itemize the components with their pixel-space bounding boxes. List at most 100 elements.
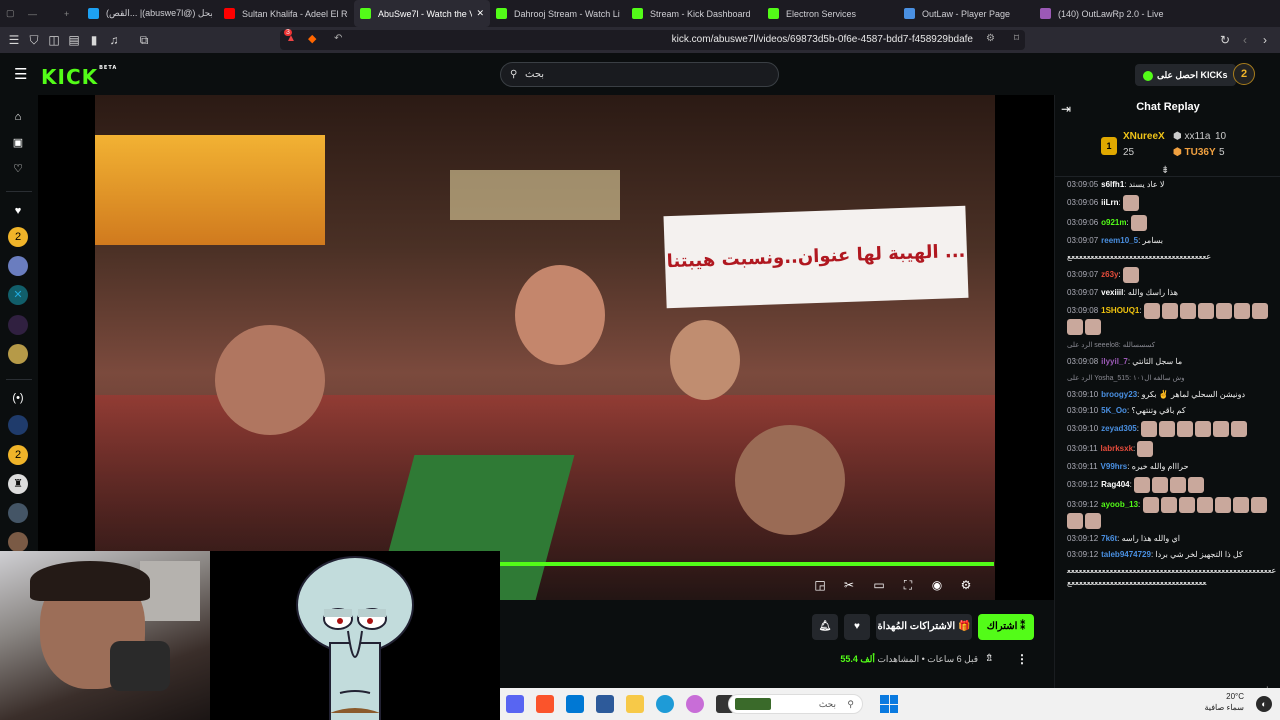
search-input[interactable]: ⚲ بحث	[500, 62, 779, 87]
browser-tab[interactable]: OutLaw - Player Page	[898, 0, 1034, 27]
store-icon[interactable]	[596, 695, 614, 713]
brave-rewards-icon[interactable]: ◆	[308, 32, 316, 45]
channel-avatar[interactable]	[8, 256, 28, 276]
message-username[interactable]: vexiiil	[1101, 288, 1123, 297]
window-controls[interactable]: —	[22, 0, 58, 27]
user-avatar[interactable]: 2	[1233, 63, 1255, 85]
playback-speed-icon[interactable]: ◉	[927, 575, 947, 595]
theater-mode-icon[interactable]: ▭	[869, 575, 889, 595]
new-tab-icon[interactable]: +	[58, 0, 82, 27]
edge-icon[interactable]	[656, 695, 674, 713]
reload-icon[interactable]: ↻	[1215, 33, 1235, 47]
weather-icon: ◐	[1256, 696, 1272, 712]
emote-icon	[1142, 497, 1159, 513]
fullscreen-icon[interactable]: ⛶	[898, 575, 918, 595]
message-text: الرد على seeelo8: كسسسالله	[1067, 342, 1156, 349]
emote-icon	[1233, 303, 1250, 319]
channel-avatar[interactable]	[8, 344, 28, 364]
bookmark-icon[interactable]: ⌑	[1014, 33, 1019, 44]
channel-avatar[interactable]: 2	[8, 445, 28, 465]
outlook-icon[interactable]	[566, 695, 584, 713]
clip-icon[interactable]: ✂	[839, 575, 859, 595]
browser-tab[interactable]: Electron Services	[762, 0, 898, 27]
copilot-icon[interactable]	[686, 695, 704, 713]
message-username[interactable]: ilyyil_7	[1101, 357, 1128, 366]
back-icon[interactable]: ‹	[1235, 33, 1255, 47]
browser-tab[interactable]: (القص... |(abuswe7l@) ابو سويحل	[82, 0, 218, 27]
more-options-icon[interactable]: ⋮	[1016, 652, 1028, 666]
channel-avatar[interactable]: 2	[8, 227, 28, 247]
browser-menu-icon[interactable]: ▢	[0, 0, 22, 27]
browser-tab[interactable]: Sultan Khalifa - Adeel El Rooh	[218, 0, 354, 27]
message-timestamp: 03:09:12	[1067, 534, 1099, 543]
message-username[interactable]: zeyad305	[1101, 424, 1137, 433]
taskbar-search[interactable]: بحث ⚲	[728, 694, 863, 714]
share-icon[interactable]: ⇯	[985, 653, 993, 664]
music-icon[interactable]: ♫	[104, 33, 124, 47]
message-username[interactable]: V99hrs	[1101, 462, 1128, 471]
windows-start-icon[interactable]	[880, 695, 898, 713]
message-username[interactable]: iiLrn	[1101, 198, 1118, 207]
share-icon[interactable]: ↶	[334, 33, 342, 44]
message-username[interactable]: o921m	[1101, 218, 1126, 227]
miniplayer-icon[interactable]: ◲	[810, 575, 830, 595]
podium-name[interactable]: ⬢ xx11a	[1173, 131, 1210, 142]
url-bar[interactable]: ▲ 3 ◆ ↶ kick.com/abuswe7l/videos/69873d5…	[280, 29, 1025, 50]
settings-icon[interactable]: ⚙	[956, 575, 976, 595]
browse-icon[interactable]: ▣	[8, 133, 28, 153]
menu-icon[interactable]: ☰	[14, 65, 27, 83]
message-username[interactable]: ayoob_13	[1101, 500, 1138, 509]
following-icon[interactable]: ♡	[8, 159, 28, 179]
kick-logo[interactable]: KICKBETA	[41, 65, 117, 89]
message-username[interactable]: s6lfh1	[1101, 180, 1124, 189]
channel-avatar[interactable]	[8, 532, 28, 552]
podium-name[interactable]: XNureeX	[1123, 131, 1165, 142]
notification-bell-button[interactable]: 🔔︎	[812, 614, 838, 640]
message-username[interactable]: broogy23	[1101, 390, 1137, 399]
close-tab-icon[interactable]: ✕	[476, 8, 484, 19]
follow-heart-button[interactable]: ♥	[844, 614, 870, 640]
browser-tab[interactable]: (140) OutLawRp 2.0 - Live Com	[1034, 0, 1170, 27]
channel-avatar[interactable]: ♜	[8, 474, 28, 494]
message-username[interactable]: labrksxk	[1101, 444, 1133, 453]
forward-icon[interactable]: ›	[1255, 33, 1275, 47]
message-username[interactable]: taleb9474729	[1101, 550, 1151, 559]
sidebar-toggle-icon[interactable]: ☰	[4, 33, 24, 47]
shield-icon[interactable]: ⛉	[24, 33, 44, 48]
discord-icon[interactable]	[506, 695, 524, 713]
browser-tab[interactable]: Dahrooj Stream - Watch Live o	[490, 0, 626, 27]
channel-avatar[interactable]	[8, 315, 28, 335]
video-progress-bar[interactable]	[500, 562, 994, 566]
screenshot-icon[interactable]: ⧉	[134, 33, 154, 48]
brave-icon[interactable]	[536, 695, 554, 713]
browser-tab[interactable]: AbuSwe7l - Watch the VOI✕	[354, 0, 490, 27]
message-username[interactable]: 1SHOUQ1	[1101, 306, 1139, 315]
home-icon[interactable]: ⌂	[8, 107, 28, 127]
divider	[6, 191, 32, 192]
message-username[interactable]: reem10_5	[1101, 236, 1138, 245]
temperature: 20°C	[1226, 692, 1244, 701]
video-player[interactable]: الهيبة لها عنوان..ونسبت هيبتنا ... ◲ ✂ ▭…	[38, 95, 1054, 600]
subscribe-button[interactable]: اشتراك ⁑	[978, 614, 1034, 640]
message-username[interactable]: Rag404	[1101, 480, 1129, 489]
message-username[interactable]: z63y	[1101, 270, 1118, 279]
channel-avatar[interactable]	[8, 415, 28, 435]
message-username[interactable]: 7k6t	[1101, 534, 1117, 543]
bookmarks-icon[interactable]: ◫	[44, 33, 64, 47]
collapse-chat-icon[interactable]: ⇥	[1061, 102, 1071, 116]
get-kicks-button[interactable]: احصل على KICKs	[1135, 64, 1236, 86]
message-username[interactable]: 5K_Oo	[1101, 406, 1127, 415]
sidebar-icon[interactable]: ▮	[84, 33, 104, 47]
weather-widget[interactable]: 20°C سماء صافية	[1204, 691, 1244, 713]
site-settings-icon[interactable]: ⚙	[986, 33, 995, 44]
url-text[interactable]: kick.com/abuswe7l/videos/69873d5b-0f6e-4…	[672, 34, 973, 45]
time-ago: قبل 6 ساعات	[927, 654, 978, 664]
expand-leaderboard-icon[interactable]: ⇟	[1161, 165, 1169, 176]
browser-tab[interactable]: Stream - Kick Dashboard	[626, 0, 762, 27]
channel-avatar[interactable]	[8, 503, 28, 523]
podium-name[interactable]: ⬢ TU36Y	[1173, 147, 1216, 158]
file-explorer-icon[interactable]	[626, 695, 644, 713]
channel-avatar[interactable]: ✕	[8, 285, 28, 305]
gift-subs-button[interactable]: الاشتراكات المُهداة 🎁	[876, 614, 972, 640]
reader-icon[interactable]: ▤	[64, 33, 84, 47]
